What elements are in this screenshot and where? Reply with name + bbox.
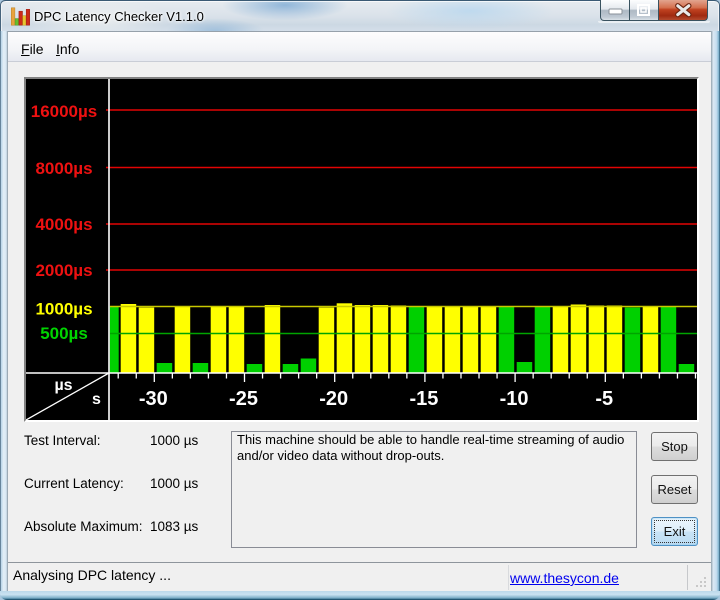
svg-text:µs: µs bbox=[54, 377, 72, 394]
svg-text:-25: -25 bbox=[229, 388, 258, 410]
svg-text:-5: -5 bbox=[595, 388, 613, 410]
svg-text:1000µs: 1000µs bbox=[35, 299, 92, 318]
svg-text:4000µs: 4000µs bbox=[35, 215, 92, 234]
svg-text:2000µs: 2000µs bbox=[35, 261, 92, 280]
svg-text:-10: -10 bbox=[500, 388, 529, 410]
svg-text:-15: -15 bbox=[409, 388, 438, 410]
svg-text:16000µs: 16000µs bbox=[31, 102, 98, 121]
svg-text:-20: -20 bbox=[319, 388, 348, 410]
svg-text:8000µs: 8000µs bbox=[35, 159, 92, 178]
svg-text:-30: -30 bbox=[139, 388, 168, 410]
svg-text:500µs: 500µs bbox=[40, 324, 88, 343]
svg-text:s: s bbox=[92, 391, 101, 408]
